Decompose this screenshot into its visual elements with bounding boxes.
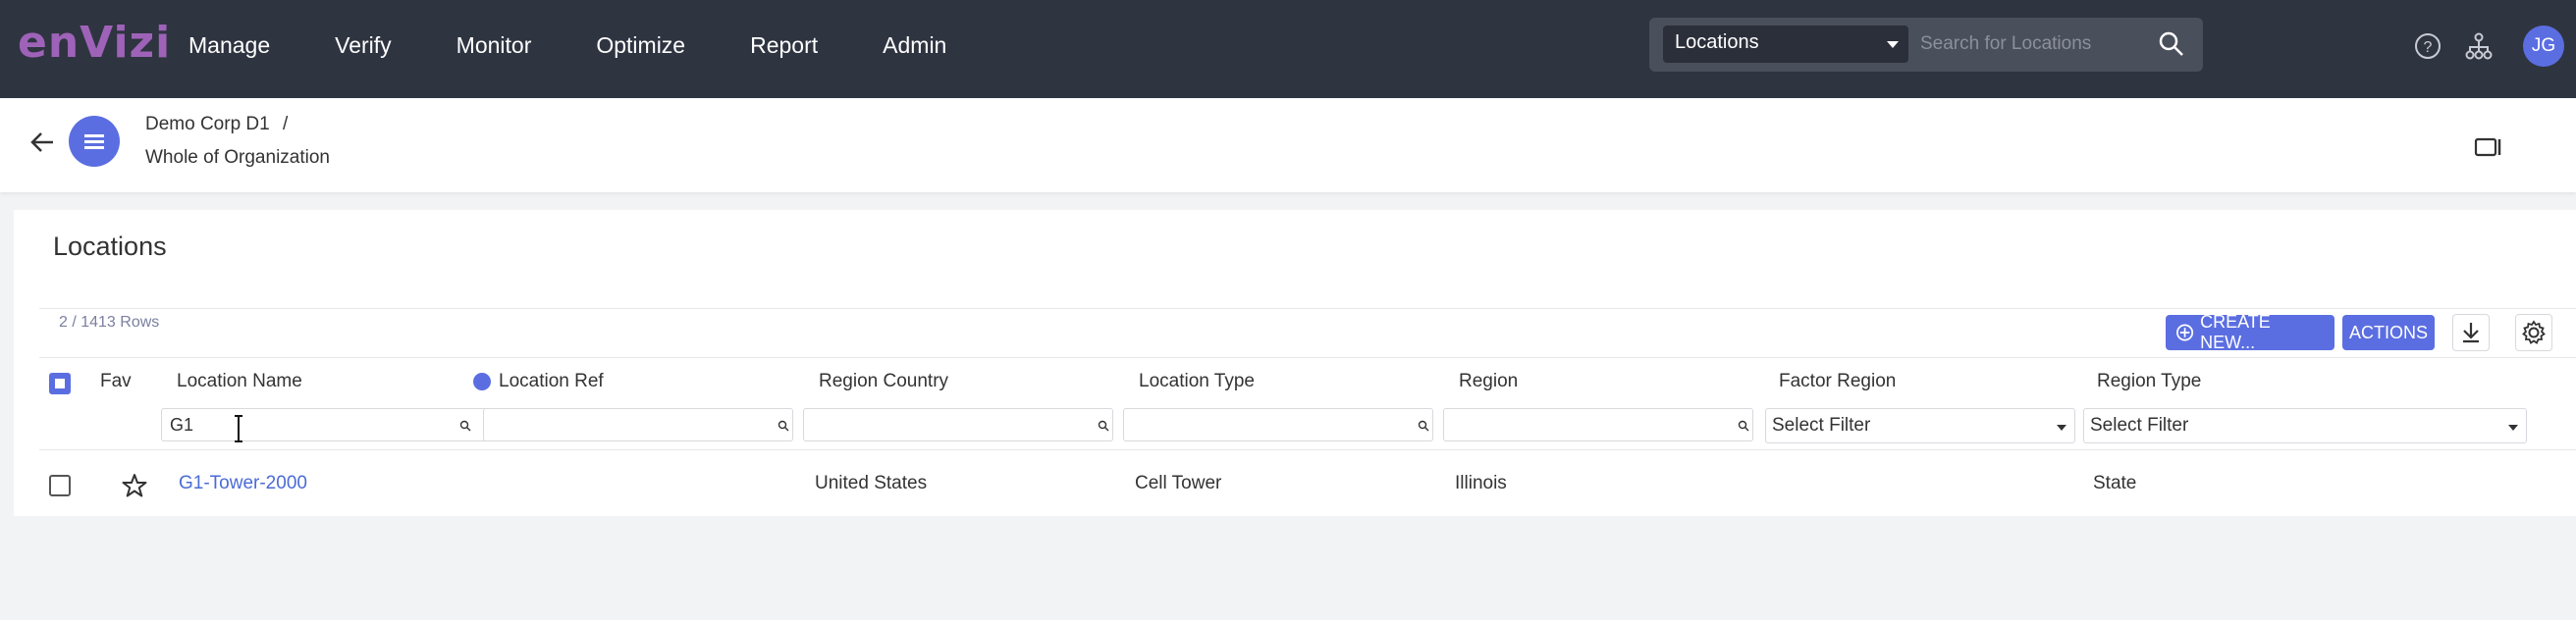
search-scope-label: Locations (1675, 31, 1759, 53)
location-type-filter[interactable] (1123, 408, 1433, 441)
region-country-filter[interactable] (803, 408, 1113, 441)
row-checkbox[interactable] (49, 475, 71, 496)
search-icon (1738, 420, 1749, 432)
column-header-region-type[interactable]: Region Type (2097, 371, 2201, 392)
breadcrumb: Demo Corp D1 / (145, 114, 288, 135)
add-circle-icon (2176, 324, 2194, 341)
envizi-logo[interactable]: enVizi (18, 18, 171, 68)
column-header-factor-region[interactable]: Factor Region (1779, 371, 1896, 392)
avatar[interactable]: JG (2523, 26, 2564, 67)
divider (39, 357, 2576, 358)
region-cell: Illinois (1455, 473, 1507, 493)
locations-panel: Locations 2 / 1413 Rows CREATE NEW... AC… (14, 210, 2576, 516)
nav-verify[interactable]: Verify (335, 32, 392, 59)
location-type-cell: Cell Tower (1135, 473, 1222, 493)
search-scope-select[interactable]: Locations (1663, 26, 1908, 63)
column-header-location-name[interactable]: Location Name (177, 371, 302, 392)
search-icon (1098, 420, 1109, 432)
location-name-link[interactable]: G1-Tower-2000 (179, 473, 307, 494)
video-icon[interactable] (2474, 135, 2503, 159)
text-cursor-icon (235, 415, 242, 442)
breadcrumb-node[interactable]: Whole of Organization (145, 147, 330, 169)
caret-down-icon (2508, 425, 2518, 431)
region-type-cell: State (2093, 473, 2137, 493)
divider (39, 449, 2576, 450)
actions-button[interactable]: ACTIONS (2342, 315, 2435, 350)
column-header-fav[interactable]: Fav (100, 371, 132, 392)
search-icon (778, 420, 789, 432)
main-nav: Manage Verify Monitor Optimize Report Ad… (188, 0, 1011, 90)
region-type-filter[interactable]: Select Filter (2083, 408, 2527, 443)
nav-admin[interactable]: Admin (883, 32, 946, 59)
create-new-label: CREATE NEW... (2200, 312, 2271, 352)
download-icon (2463, 323, 2479, 343)
settings-button[interactable] (2515, 314, 2552, 351)
divider (39, 308, 2576, 309)
nav-optimize[interactable]: Optimize (596, 32, 685, 59)
factor-region-filter[interactable]: Select Filter (1765, 408, 2075, 443)
nav-monitor[interactable]: Monitor (456, 32, 532, 59)
page-title: Locations (53, 232, 167, 261)
star-icon[interactable] (122, 473, 147, 498)
row-count: 2 / 1413 Rows (59, 314, 160, 331)
select-all-checkbox[interactable] (49, 373, 71, 394)
search-icon (1418, 420, 1429, 432)
breadcrumb-org[interactable]: Demo Corp D1 (145, 114, 270, 134)
top-navigation-bar: enVizi Manage Verify Monitor Optimize Re… (0, 0, 2576, 98)
back-arrow-icon[interactable] (27, 128, 57, 157)
location-name-filter[interactable] (161, 408, 487, 441)
select-filter-label: Select Filter (2090, 415, 2189, 436)
caret-down-icon (1887, 41, 1899, 48)
region-country-cell: United States (815, 473, 928, 493)
status-dot (473, 373, 491, 390)
location-ref-filter[interactable] (483, 408, 793, 441)
breadcrumb-separator: / (283, 114, 289, 134)
column-header-location-type[interactable]: Location Type (1139, 371, 1255, 392)
gear-icon (2522, 320, 2546, 344)
column-header-region[interactable]: Region (1459, 371, 1518, 392)
nav-report[interactable]: Report (750, 32, 818, 59)
help-icon[interactable]: ? (2413, 31, 2442, 61)
svg-text:?: ? (2424, 39, 2433, 56)
menu-icon[interactable] (69, 116, 120, 167)
column-header-region-country[interactable]: Region Country (819, 371, 948, 392)
column-header-location-ref[interactable]: Location Ref (499, 371, 604, 392)
global-search: Locations (1649, 18, 2203, 72)
context-header: Demo Corp D1 / Whole of Organization (0, 98, 2576, 192)
select-filter-label: Select Filter (1772, 415, 1871, 436)
search-icon (459, 420, 471, 432)
create-new-button[interactable]: CREATE NEW... (2166, 312, 2334, 352)
download-button[interactable] (2452, 314, 2490, 351)
nav-manage[interactable]: Manage (188, 32, 270, 59)
hierarchy-icon[interactable] (2464, 31, 2494, 61)
region-filter[interactable] (1443, 408, 1753, 441)
caret-down-icon (2057, 425, 2066, 431)
search-icon[interactable] (2158, 30, 2185, 58)
actions-label: ACTIONS (2349, 322, 2429, 342)
search-input[interactable] (1920, 26, 2146, 63)
